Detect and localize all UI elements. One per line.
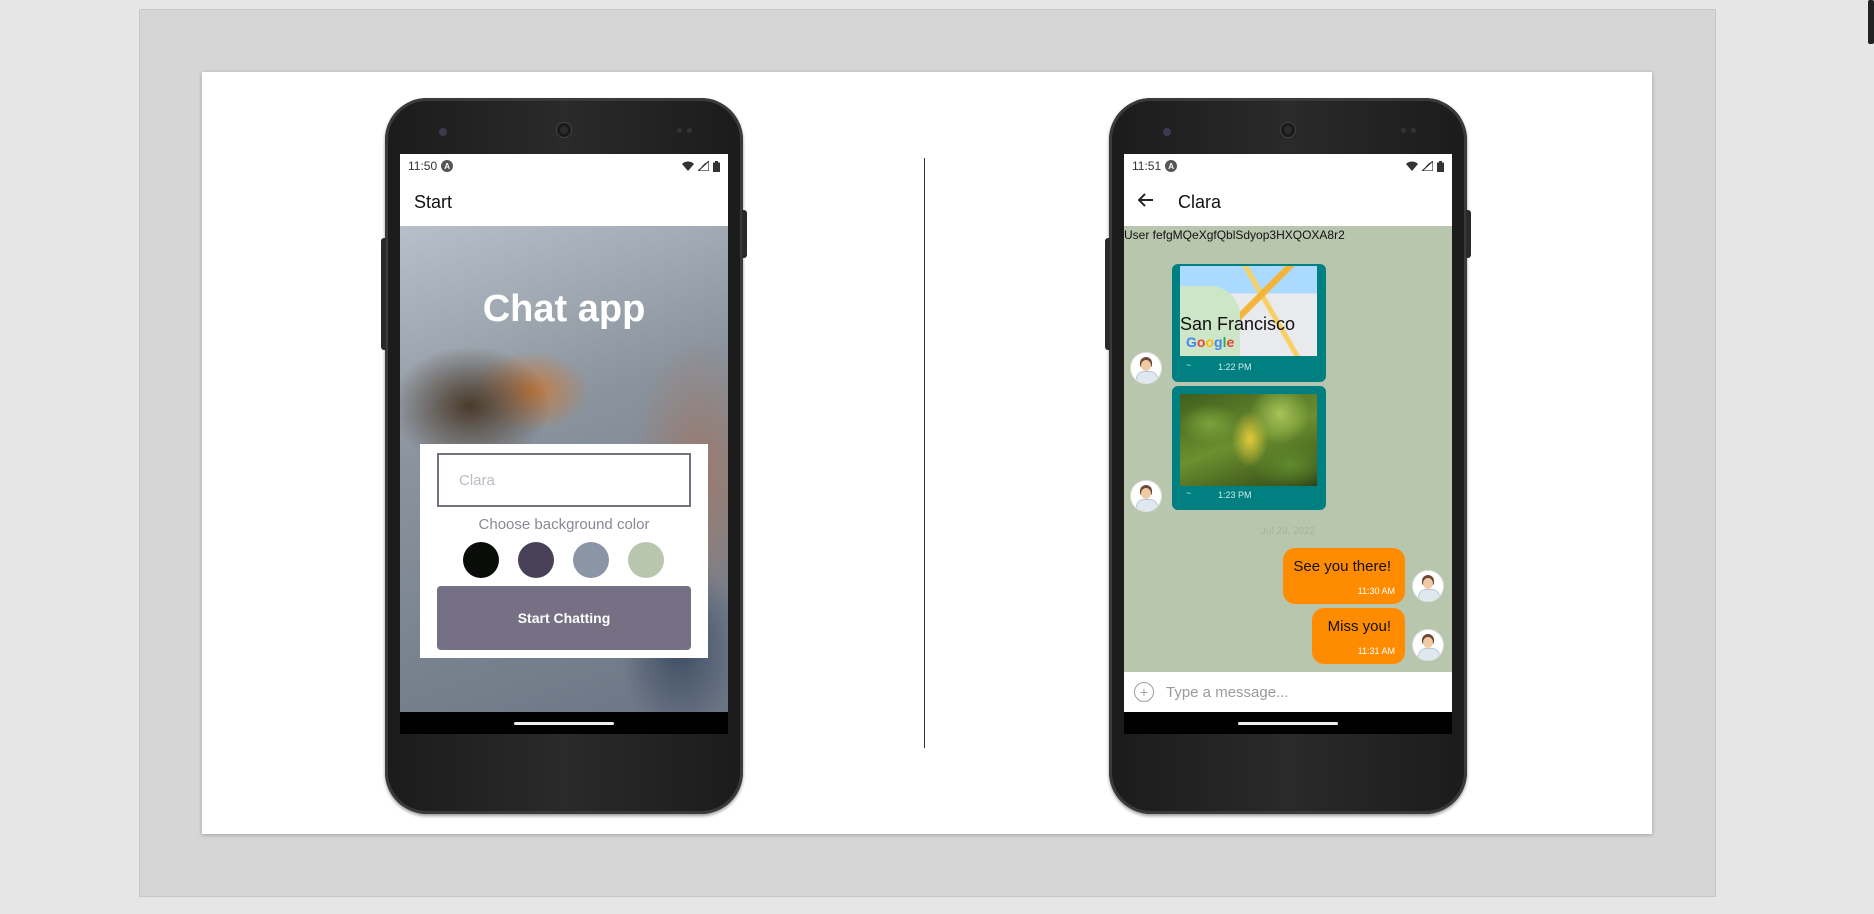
name-input[interactable]: [437, 453, 691, 507]
system-message: User fefgMQeXgfQblSdyop3HXQOXA8r2: [1124, 228, 1345, 242]
image-message[interactable]: ~ 1:23 PM: [1172, 386, 1326, 510]
sender-tilde: ~: [1186, 360, 1192, 370]
map-preview[interactable]: San Francisco Google: [1180, 266, 1317, 356]
system-nav-bar: [1124, 712, 1452, 734]
proximity-sensor: [677, 128, 682, 133]
app-bar: Start: [400, 178, 728, 226]
status-bar: 11:50 A: [400, 154, 728, 178]
notification-a-icon: A: [1165, 160, 1178, 172]
color-swatch-gray-blue[interactable]: [573, 542, 609, 578]
wifi-icon: [682, 161, 694, 171]
status-time: 11:50: [408, 159, 438, 173]
front-sensor: [1163, 128, 1171, 136]
message-text: See you there!: [1293, 558, 1391, 575]
message-composer: +: [1124, 672, 1452, 712]
message-time: 1:23 PM: [1218, 490, 1252, 500]
message-time: 1:22 PM: [1218, 362, 1252, 372]
front-camera: [557, 123, 571, 137]
avatar[interactable]: [1412, 629, 1444, 661]
message-time: 11:30 AM: [1357, 586, 1395, 596]
home-handle[interactable]: [514, 722, 614, 725]
status-icons: [1406, 160, 1444, 172]
chat-screen: 11:51 A Clara User fefgMQeXgfQblSdyop3HX…: [1124, 154, 1452, 734]
hero-title: Chat app: [482, 288, 646, 330]
avatar[interactable]: [1130, 352, 1162, 384]
outgoing-message[interactable]: See you there! 11:30 AM: [1283, 548, 1405, 604]
message-time: 11:31 AM: [1357, 646, 1395, 656]
proximity-sensor: [1401, 128, 1406, 133]
light-sensor: [1411, 128, 1416, 133]
system-nav-bar: [400, 712, 728, 734]
message-list[interactable]: User fefgMQeXgfQblSdyop3HXQOXA8r2 San Fr…: [1124, 226, 1452, 672]
color-swatch-green[interactable]: [628, 542, 664, 578]
start-card: Choose background color Start Chatting: [420, 444, 708, 658]
back-arrow-icon[interactable]: [1137, 191, 1154, 214]
color-swatches: [463, 542, 664, 578]
start-chatting-button[interactable]: Start Chatting: [437, 586, 691, 650]
light-sensor: [687, 128, 692, 133]
volume-button: [1105, 238, 1110, 350]
status-bar: 11:51 A: [1124, 154, 1452, 178]
power-button: [1466, 210, 1471, 258]
volume-button: [381, 238, 386, 350]
sender-tilde: ~: [1186, 488, 1192, 498]
location-message[interactable]: San Francisco Google ~ 1:22 PM: [1172, 264, 1326, 382]
outgoing-message[interactable]: Miss you! 11:31 AM: [1312, 608, 1405, 664]
home-handle[interactable]: [1238, 722, 1338, 725]
battery-icon: [1437, 160, 1444, 172]
status-time: 11:51: [1132, 159, 1162, 173]
google-logo: Google: [1186, 334, 1235, 350]
photo-preview[interactable]: [1180, 394, 1317, 486]
color-swatch-black[interactable]: [463, 542, 499, 578]
message-text: Miss you!: [1327, 618, 1391, 635]
app-bar: Clara: [1124, 178, 1452, 226]
wifi-icon: [1406, 161, 1418, 171]
phone-chat: 11:51 A Clara User fefgMQeXgfQblSdyop3HX…: [1105, 98, 1471, 814]
avatar[interactable]: [1130, 480, 1162, 512]
app-bar-title: Start: [414, 191, 453, 212]
start-screen: 11:50 A Start Chat app Choose background…: [400, 154, 728, 734]
scrollbar-thumb[interactable]: [1868, 0, 1874, 44]
front-camera: [1281, 123, 1295, 137]
status-icons: [682, 160, 720, 172]
front-sensor: [439, 128, 447, 136]
color-swatch-purple[interactable]: [518, 542, 554, 578]
power-button: [742, 210, 747, 258]
day-separator: Jul 29, 2022: [1260, 526, 1316, 537]
slide-divider: [924, 158, 925, 748]
signal-icon: [1422, 161, 1433, 171]
phone-start: 11:50 A Start Chat app Choose background…: [381, 98, 747, 814]
notification-a-icon: A: [441, 160, 454, 172]
signal-icon: [698, 161, 709, 171]
avatar[interactable]: [1412, 570, 1444, 602]
slide-canvas: 11:50 A Start Chat app Choose background…: [202, 72, 1652, 834]
message-input[interactable]: [1164, 682, 1428, 702]
map-city-label: San Francisco: [1180, 314, 1296, 334]
battery-icon: [713, 160, 720, 172]
chat-title: Clara: [1178, 191, 1222, 212]
plus-icon[interactable]: +: [1134, 682, 1154, 702]
color-choice-label: Choose background color: [478, 516, 650, 533]
